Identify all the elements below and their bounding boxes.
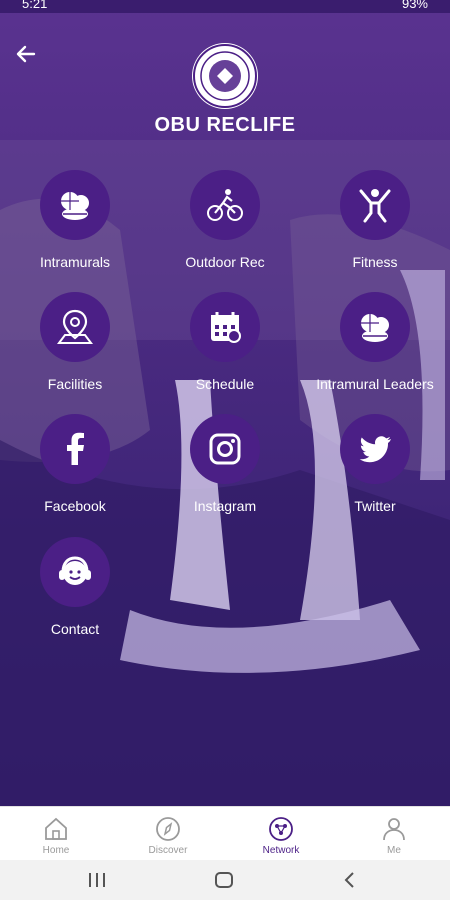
tile-label: Intramural Leaders — [316, 376, 434, 392]
map-pin-icon — [40, 292, 110, 362]
tile-label: Twitter — [354, 498, 396, 514]
system-navigation-bar — [0, 860, 450, 900]
tile-intramurals[interactable]: Intramurals — [0, 170, 150, 270]
app-screen: 5:21 93% OBU RECLIFE Intramurals Outdoor… — [0, 0, 450, 900]
person-icon — [383, 818, 405, 841]
tab-me[interactable]: Me — [338, 807, 450, 861]
facebook-icon — [40, 414, 110, 484]
network-icon — [269, 817, 293, 841]
tab-discover[interactable]: Discover — [112, 807, 224, 861]
status-time: 5:21 — [22, 0, 48, 11]
tab-label: Network — [262, 845, 300, 856]
back-arrow-icon[interactable] — [14, 42, 38, 66]
fitness-figure-icon — [340, 170, 410, 240]
tile-facilities[interactable]: Facilities — [0, 292, 150, 392]
recent-apps-icon[interactable] — [88, 872, 106, 888]
bottom-tab-bar: Home Discover Network Me — [0, 806, 450, 861]
tile-label: Facilities — [47, 376, 103, 392]
tile-label: Fitness — [352, 254, 398, 270]
tile-intramural-leaders[interactable]: Intramural Leaders — [300, 292, 450, 392]
bicycle-icon — [190, 170, 260, 240]
back-button-icon[interactable] — [342, 871, 356, 889]
tile-fitness[interactable]: Fitness — [300, 170, 450, 270]
tile-label: Instagram — [193, 498, 257, 514]
tile-schedule[interactable]: Schedule — [150, 292, 300, 392]
status-battery: 93% — [401, 0, 428, 11]
tab-label: Discover — [148, 845, 188, 856]
home-icon — [45, 817, 67, 840]
tab-label: Home — [42, 845, 70, 856]
app-title: OBU RECLIFE — [154, 114, 296, 136]
tile-label: Contact — [50, 621, 100, 637]
sports-balls-icon — [340, 292, 410, 362]
instagram-icon — [190, 414, 260, 484]
tile-contact[interactable]: Contact — [0, 537, 150, 637]
tab-home[interactable]: Home — [0, 807, 112, 861]
twitter-icon — [340, 414, 410, 484]
headset-person-icon — [40, 537, 110, 607]
calendar-icon — [190, 292, 260, 362]
university-seal-logo — [192, 43, 258, 109]
tile-instagram[interactable]: Instagram — [150, 414, 300, 514]
home-button-icon[interactable] — [214, 871, 234, 889]
tab-label: Me — [387, 845, 401, 856]
compass-icon — [156, 817, 180, 841]
tab-network[interactable]: Network — [225, 807, 337, 861]
tile-label: Outdoor Rec — [185, 254, 265, 270]
tile-twitter[interactable]: Twitter — [300, 414, 450, 514]
tile-label: Intramurals — [39, 254, 111, 270]
status-bar: 5:21 93% — [0, 0, 450, 13]
tile-label: Schedule — [195, 376, 255, 392]
sports-balls-icon — [40, 170, 110, 240]
tile-label: Facebook — [44, 498, 106, 514]
tile-outdoor-rec[interactable]: Outdoor Rec — [150, 170, 300, 270]
tile-facebook[interactable]: Facebook — [0, 414, 150, 514]
